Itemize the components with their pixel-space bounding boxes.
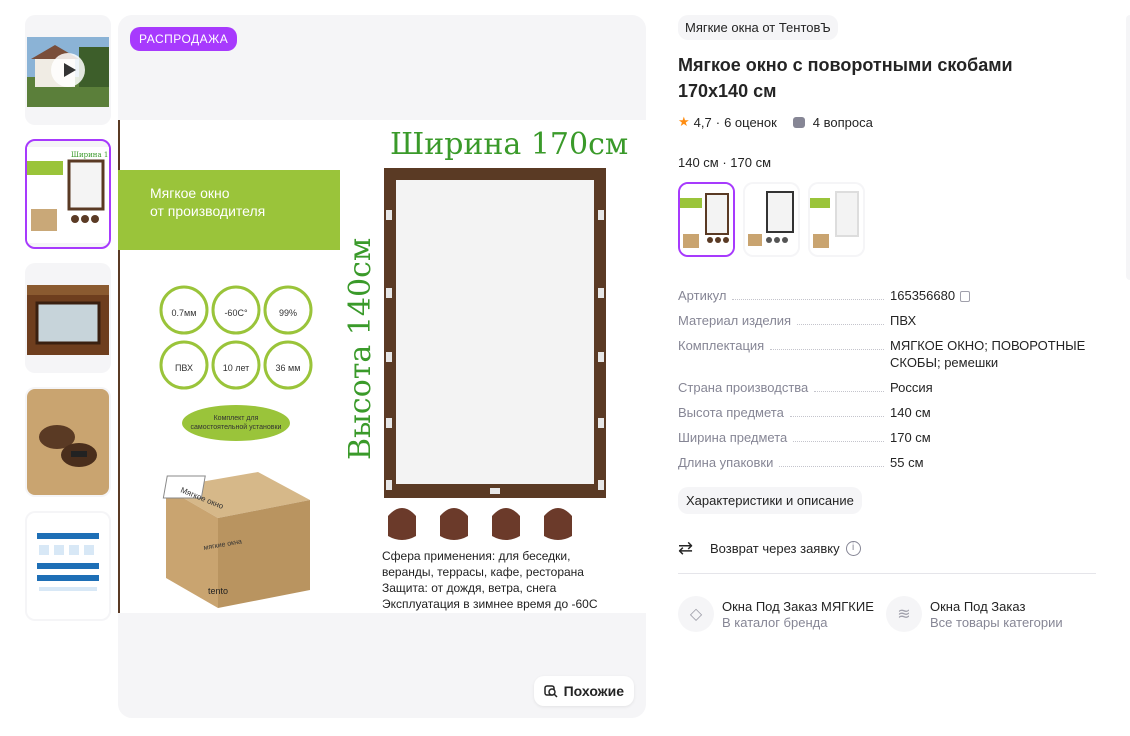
sale-badge: РАСПРОДАЖА [130, 27, 238, 51]
selected-size: 140 см · 170 см [678, 155, 772, 170]
layers-icon: ≋ [886, 596, 922, 632]
link-title: Окна Под Заказ МЯГКИЕ [722, 598, 874, 614]
main-product-image[interactable]: РАСПРОДАЖА Ширина 170см Мягкое окно от п… [118, 15, 646, 718]
thumbnail-infographic[interactable] [25, 511, 111, 621]
link-title: Окна Под Заказ [930, 598, 1026, 614]
spec-key: Артикул [678, 288, 727, 303]
spec-key: Длина упаковки [678, 455, 774, 470]
feature-lifetime: 10 лет [223, 363, 250, 373]
tag-icon: ◇ [678, 596, 714, 632]
questions-icon [792, 116, 805, 128]
variant-image [680, 184, 733, 255]
product-poster: Ширина 170см Мягкое окно от производител… [118, 120, 646, 613]
similar-button[interactable]: Похожие [533, 676, 634, 706]
thumbnail-video[interactable] [25, 15, 111, 125]
copy-icon[interactable] [960, 291, 971, 303]
brand-chip[interactable]: Мягкие окна от ТентовЪ [678, 15, 838, 40]
window-photo-thumbnail [27, 285, 109, 355]
return-arrows-icon: ⇄ [678, 538, 694, 558]
spec-row: Артикул 165356680 [678, 287, 1098, 304]
brand-catalog-link[interactable]: ◇ Окна Под Заказ МЯГКИЕ В каталог бренда [678, 596, 874, 632]
return-text: Возврат через заявку [710, 541, 840, 556]
link-subtitle: В каталог бренда [722, 614, 828, 630]
feature-thickness: 0.7мм [172, 308, 197, 318]
poster-maker-line-2: от производителя [150, 203, 265, 219]
spec-row: Длина упаковки 55 см [678, 454, 1098, 471]
desc-line: Сфера применения: для беседки, [382, 549, 570, 563]
spec-key: Материал изделия [678, 313, 792, 328]
thumbnail-window-photo[interactable] [25, 263, 111, 373]
feature-transparency: 99% [279, 308, 297, 318]
thumbnail-bracket-photo[interactable] [25, 387, 111, 497]
box-brand: tento [208, 586, 228, 596]
similar-search-icon [543, 685, 558, 698]
spec-row: Страна производства Россия [678, 379, 1098, 396]
play-icon [51, 53, 85, 87]
feature-eyelets: 36 мм [276, 363, 301, 373]
spec-value-article: 165356680 [890, 288, 956, 303]
product-title: Мягкое окно с поворотными скобами 170x14… [678, 55, 1013, 101]
characteristics-button[interactable]: Характеристики и описание [678, 487, 862, 514]
poster-width-label: Ширина 170см [390, 127, 628, 162]
questions-count[interactable]: 4 вопроса [813, 115, 873, 130]
spec-row: Высота предмета 140 см [678, 404, 1098, 421]
spec-row: Ширина предмета 170 см [678, 429, 1098, 446]
poster-maker-line-1: Мягкое окно [150, 185, 230, 201]
divider [678, 573, 1096, 574]
infographic-thumbnail [27, 513, 109, 619]
rating-separator: · [715, 114, 721, 130]
category-link[interactable]: ≋ Окна Под Заказ Все товары категории [886, 596, 1082, 632]
variant-option[interactable] [743, 182, 800, 257]
variant-option[interactable] [808, 182, 865, 257]
spec-value: Россия [890, 380, 933, 395]
spec-value: МЯГКОЕ ОКНО; ПОВОРОТНЫЕ СКОБЫ; ремешки [890, 338, 1086, 370]
poster-thumbnail-image: Ширина 170см [27, 147, 109, 243]
variant-option[interactable] [678, 182, 735, 257]
side-panel-edge [1126, 15, 1130, 280]
thumbnail-poster[interactable]: Ширина 170см [25, 139, 111, 249]
spec-value: 140 см [890, 405, 931, 420]
thumbnail-list: Ширина 170см [25, 15, 111, 635]
rating-row: ★ 4,7 · 6 оценок 4 вопроса [678, 114, 1098, 130]
specs-table: Артикул 165356680 Материал изделия ПВХ К… [678, 287, 1098, 471]
desc-line: веранды, террасы, кафе, ресторана [382, 565, 584, 579]
ratings-count[interactable]: 6 оценок [724, 115, 777, 130]
kit-badge-line-2: самостоятельной установки [191, 423, 282, 431]
poster-height-label: Высота 140см [343, 238, 378, 460]
spec-value: 55 см [890, 455, 924, 470]
similar-button-label: Похожие [563, 683, 624, 699]
svg-text:Ширина 170см: Ширина 170см [71, 151, 109, 159]
info-icon[interactable]: i [845, 541, 861, 556]
spec-key: Ширина предмета [678, 430, 788, 445]
star-icon: ★ [678, 114, 690, 129]
variant-list [678, 182, 1098, 257]
brand-links: ◇ Окна Под Заказ МЯГКИЕ В каталог бренда… [678, 596, 1098, 632]
feature-material: ПВХ [175, 363, 193, 373]
rating-value[interactable]: 4,7 [694, 115, 712, 130]
spec-value: ПВХ [890, 313, 917, 328]
bracket-photo-thumbnail [27, 389, 109, 495]
spec-value: 170 см [890, 430, 931, 445]
spec-key: Высота предмета [678, 405, 784, 420]
return-policy[interactable]: ⇄ Возврат через заявку i [678, 538, 1098, 559]
variant-image [810, 184, 863, 255]
desc-line: Эксплуатация в зимнее время до -60С [382, 597, 598, 611]
link-subtitle: Все товары категории [930, 614, 1063, 630]
desc-line: Защита: от дождя, ветра, снега [382, 581, 557, 595]
spec-row: Материал изделия ПВХ [678, 312, 1098, 329]
spec-row: Комплектация МЯГКОЕ ОКНО; ПОВОРОТНЫЕ СКО… [678, 337, 1098, 371]
spec-key: Страна производства [678, 380, 809, 395]
kit-badge-line-1: Комплект для [214, 415, 259, 422]
variant-image [745, 184, 798, 255]
feature-temperature: -60С° [224, 308, 248, 318]
spec-key: Комплектация [678, 338, 765, 353]
product-info: Мягкие окна от ТентовЪ Мягкое окно с пов… [678, 15, 1098, 632]
